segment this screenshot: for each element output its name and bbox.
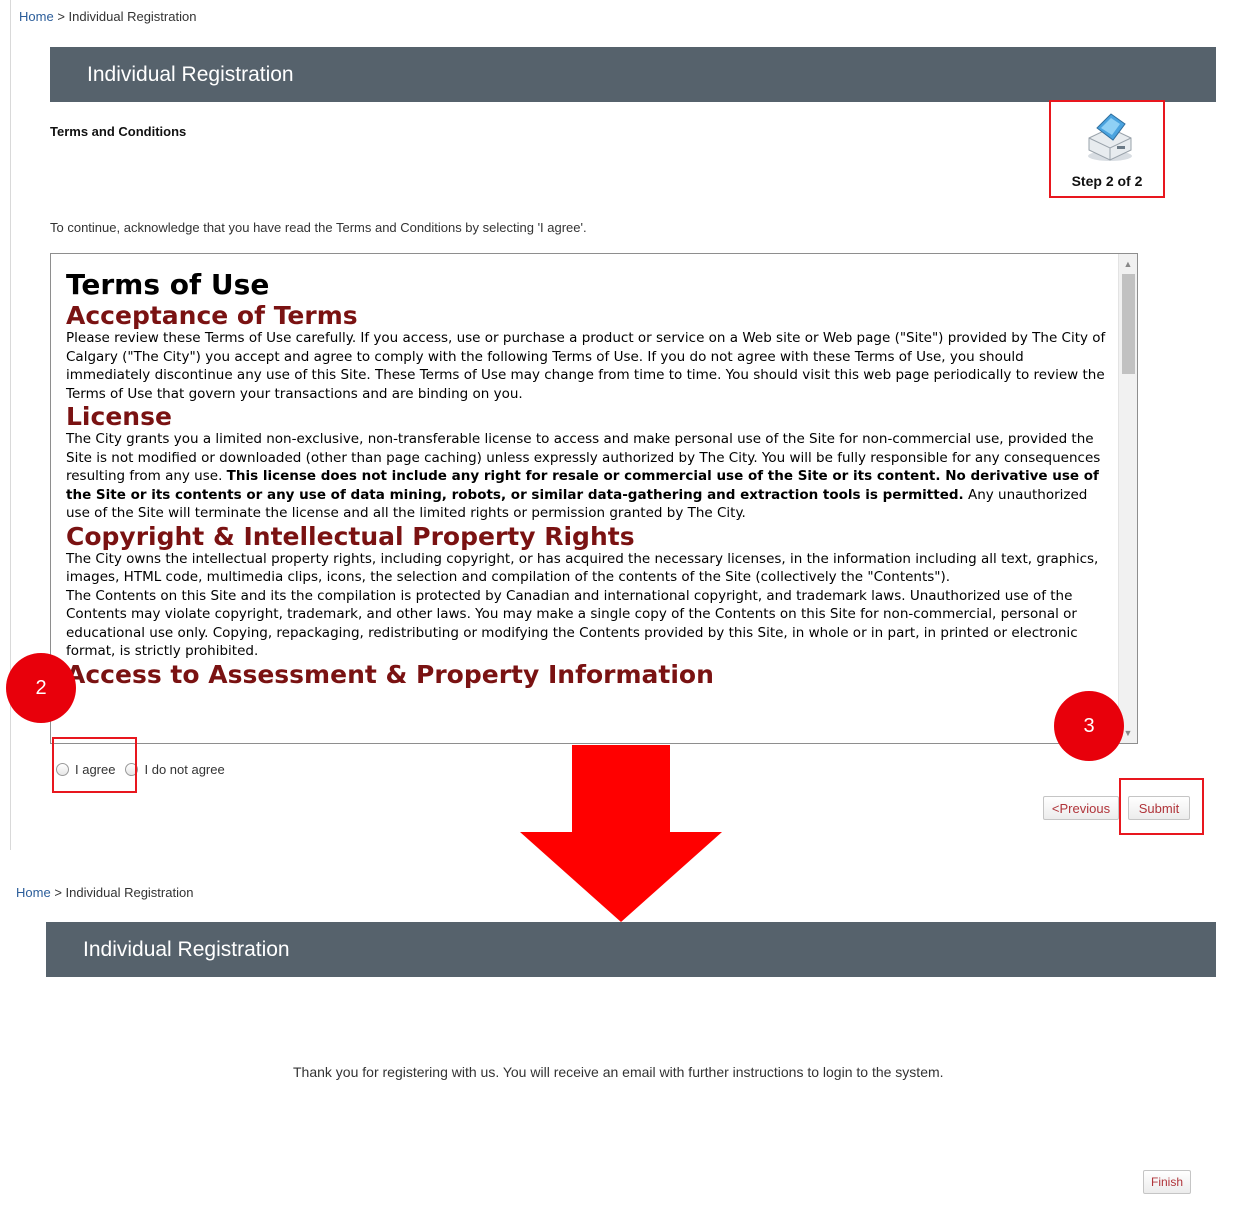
- terms-content: Terms of Use Acceptance of Terms Please …: [66, 268, 1106, 688]
- confirmation-title-bar: Individual Registration: [46, 922, 1216, 977]
- license-text: The City grants you a limited non-exclus…: [66, 430, 1106, 523]
- breadcrumb: Home > Individual Registration: [19, 9, 196, 24]
- copyright-text-2: The Contents on this Site and its the co…: [66, 587, 1078, 660]
- instructions-text: To continue, acknowledge that you have r…: [50, 220, 587, 235]
- access-heading: Access to Assessment & Property Informat…: [66, 659, 714, 689]
- confirmation-message: Thank you for registering with us. You w…: [293, 1064, 944, 1080]
- agree-highlight-box: [52, 737, 137, 793]
- page-left-border: [10, 0, 11, 850]
- copyright-heading: Copyright & Intellectual Property Rights: [66, 521, 635, 551]
- confirmation-breadcrumb-separator: >: [54, 885, 62, 900]
- section-label: Terms and Conditions: [50, 124, 187, 139]
- finish-button[interactable]: Finish: [1143, 1170, 1191, 1194]
- scroll-thumb[interactable]: [1122, 274, 1135, 374]
- callout-badge-3: 3: [1054, 691, 1124, 761]
- license-heading: License: [66, 402, 172, 431]
- transition-arrow-head: [520, 832, 722, 922]
- confirmation-breadcrumb: Home > Individual Registration: [16, 885, 193, 900]
- copyright-text-1: The City owns the intellectual property …: [66, 550, 1099, 586]
- breadcrumb-current: Individual Registration: [68, 9, 197, 24]
- breadcrumb-home-link[interactable]: Home: [19, 9, 54, 24]
- step-label: Step 2 of 2: [1071, 173, 1143, 189]
- disagree-label[interactable]: I do not agree: [144, 762, 224, 777]
- printer-icon: [1085, 108, 1135, 164]
- step-indicator: Step 2 of 2: [1049, 100, 1165, 198]
- terms-scroll-box[interactable]: Terms of Use Acceptance of Terms Please …: [50, 253, 1138, 744]
- confirmation-breadcrumb-current: Individual Registration: [65, 885, 194, 900]
- terms-scrollbar[interactable]: ▲ ▼: [1118, 254, 1137, 743]
- terms-heading: Terms of Use: [66, 268, 270, 301]
- breadcrumb-separator: >: [57, 9, 65, 24]
- callout-badge-2: 2: [6, 653, 76, 723]
- submit-highlight-box: [1119, 778, 1204, 835]
- previous-button[interactable]: <Previous: [1043, 796, 1119, 820]
- page-title-bar: Individual Registration: [50, 47, 1216, 102]
- scroll-up-icon[interactable]: ▲: [1119, 256, 1137, 272]
- acceptance-heading: Acceptance of Terms: [66, 301, 358, 330]
- confirmation-breadcrumb-home-link[interactable]: Home: [16, 885, 51, 900]
- confirmation-page-title: Individual Registration: [83, 937, 290, 961]
- transition-arrow-shaft: [572, 745, 670, 834]
- acceptance-text: Please review these Terms of Use careful…: [66, 330, 1106, 402]
- page-title: Individual Registration: [87, 62, 294, 86]
